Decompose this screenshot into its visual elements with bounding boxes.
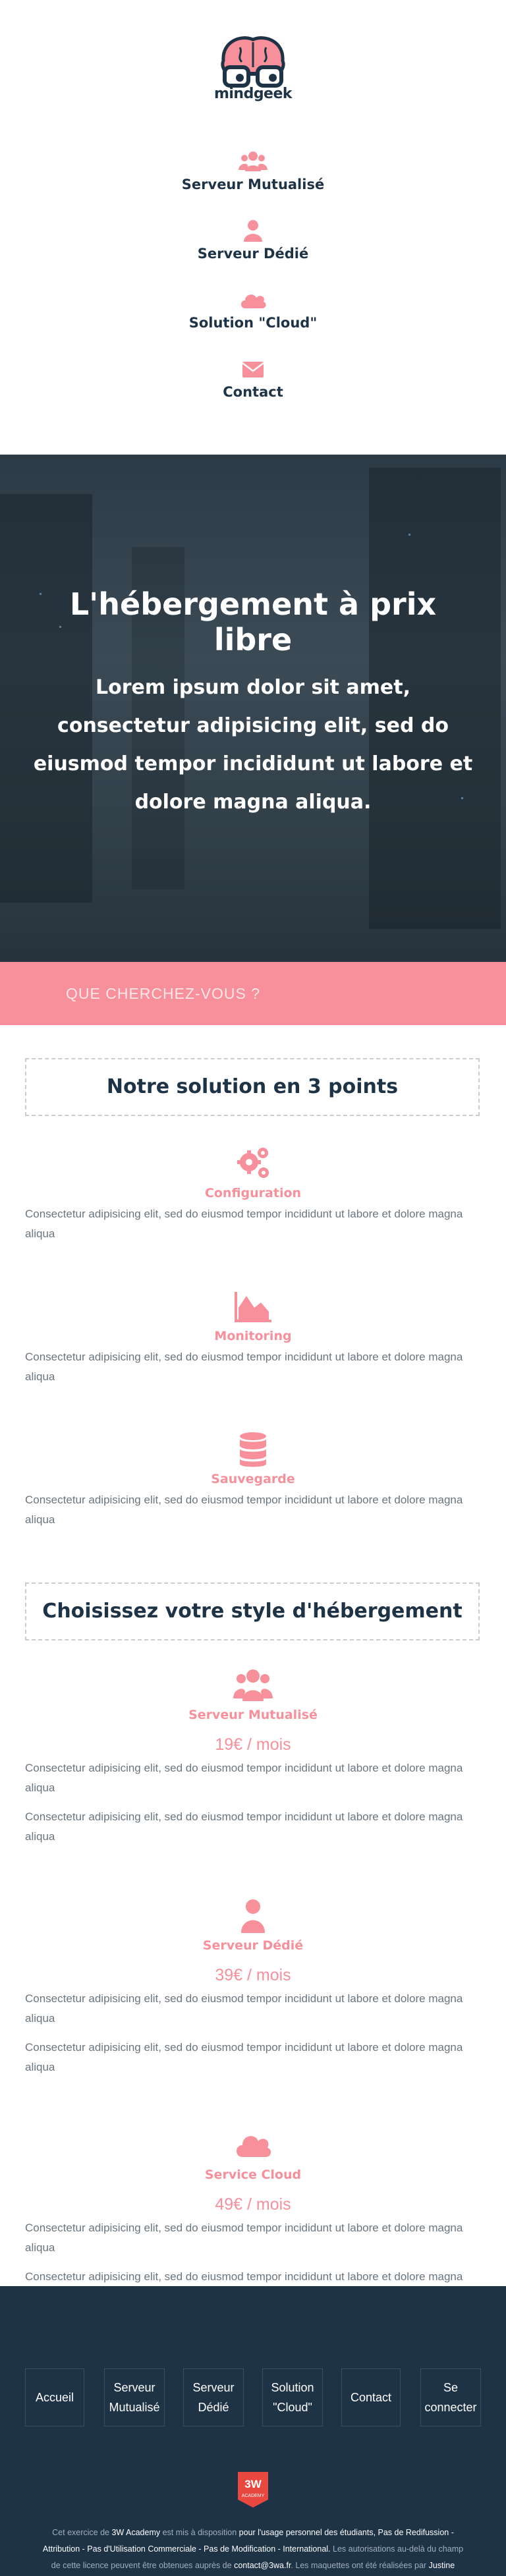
search-input[interactable] xyxy=(66,982,435,1005)
hero-subtitle: Lorem ipsum dolor sit amet, consectetur … xyxy=(33,676,473,814)
plan-price: 39€ / mois xyxy=(215,1966,291,1984)
feature-description: Consectetur adipisicing elit, sed do eiu… xyxy=(25,1208,463,1240)
legal-text: Cet exercice de xyxy=(52,2528,109,2537)
feature-sauvegarde: Sauvegarde Consectetur adipisicing elit,… xyxy=(25,1431,481,1530)
footer-button-solution-cloud[interactable]: Solution "Cloud" xyxy=(262,2368,323,2426)
3w-academy-logo-icon: 3W ACADEMY xyxy=(238,2472,268,2507)
hosting-section-title: Choisissez votre style d'hébergement xyxy=(25,1582,480,1640)
nav-item-label: Solution "Cloud" xyxy=(188,315,318,331)
footer-button-se-connecter[interactable]: Se connecter xyxy=(420,2368,481,2426)
plan-description: Consectetur adipisicing elit, sed do eiu… xyxy=(25,2222,463,2254)
feature-configuration: Configuration Consectetur adipisicing el… xyxy=(25,1145,481,1244)
feature-title: Configuration xyxy=(204,1186,302,1200)
nav-item-serveur-dedie[interactable]: Serveur Dédié xyxy=(0,219,506,262)
nav-item-solution-cloud[interactable]: Solution "Cloud" xyxy=(0,289,506,331)
plan-description: Consectetur adipisicing elit, sed do eiu… xyxy=(25,2041,463,2073)
header: mindgeek Serveur Mutualisé Serveur Dédié… xyxy=(0,0,506,455)
solution-section-title: Notre solution en 3 points xyxy=(25,1058,480,1116)
legal-text: est mis à disposition xyxy=(162,2528,237,2537)
plan-price: 49€ / mois xyxy=(215,2195,291,2214)
database-icon xyxy=(240,1432,266,1467)
cloud-icon xyxy=(237,2136,271,2157)
plan-title: Serveur Mutualisé xyxy=(188,1708,318,1722)
user-icon xyxy=(241,1899,265,1933)
footer-button-serveur-mutualise[interactable]: Serveur Mutualisé xyxy=(104,2368,165,2426)
user-icon xyxy=(244,220,262,242)
plan-description: Consectetur adipisicing elit, sed do eiu… xyxy=(25,1810,463,1843)
users-icon xyxy=(239,152,267,171)
nav-item-serveur-mutualise[interactable]: Serveur Mutualisé xyxy=(0,150,506,192)
gears-icon xyxy=(237,1148,269,1178)
svg-text:3W: 3W xyxy=(244,2478,262,2490)
search-bar xyxy=(0,962,506,1025)
plan-title: Serveur Dédié xyxy=(202,1938,304,1953)
plan-description: Consectetur adipisicing elit, sed do eiu… xyxy=(25,1992,463,2025)
legal-org-link[interactable]: 3W Academy xyxy=(111,2528,160,2537)
hero-title: L'hébergement à prix libre xyxy=(69,586,437,658)
footer-button-accueil[interactable]: Accueil xyxy=(25,2368,84,2426)
feature-description: Consectetur adipisicing elit, sed do eiu… xyxy=(25,1494,463,1526)
nav-item-label: Contact xyxy=(223,384,283,400)
area-chart-icon xyxy=(235,1292,271,1322)
feature-monitoring: Monitoring Consectetur adipisicing elit,… xyxy=(25,1288,481,1387)
plan-service-cloud: Service Cloud 49€ / mois Consectetur adi… xyxy=(25,2127,481,2307)
legal-notice: Cet exercice de 3W Academy est mis à dis… xyxy=(40,2525,466,2576)
feature-title: Sauvegarde xyxy=(211,1472,295,1486)
nav-item-contact[interactable]: Contact xyxy=(0,358,506,400)
plan-serveur-dedie: Serveur Dédié 39€ / mois Consectetur adi… xyxy=(25,1897,481,2077)
page: mindgeek Serveur Mutualisé Serveur Dédié… xyxy=(0,0,506,2576)
hero-banner: L'hébergement à prix libre Lorem ipsum d… xyxy=(0,455,506,962)
envelope-icon xyxy=(242,362,264,378)
footer-button-serveur-dedie[interactable]: Serveur Dédié xyxy=(183,2368,244,2426)
plan-price: 19€ / mois xyxy=(215,1735,291,1754)
nav-item-label: Serveur Dédié xyxy=(197,246,309,262)
legal-text: . Les maquettes ont été réalisées par xyxy=(291,2561,427,2570)
plan-title: Service Cloud xyxy=(204,2168,302,2182)
footer: Accueil Serveur Mutualisé Serveur Dédié … xyxy=(0,2286,506,2576)
svg-text:ACADEMY: ACADEMY xyxy=(242,2494,265,2498)
feature-description: Consectetur adipisicing elit, sed do eiu… xyxy=(25,1351,463,1383)
footer-button-contact[interactable]: Contact xyxy=(341,2368,401,2426)
cloud-icon xyxy=(241,294,266,308)
led-decor xyxy=(408,534,410,536)
nav-item-label: Serveur Mutualisé xyxy=(181,177,325,192)
legal-email-link[interactable]: contact@3wa.fr xyxy=(234,2561,291,2570)
plan-description: Consectetur adipisicing elit, sed do eiu… xyxy=(25,1762,463,1794)
feature-title: Monitoring xyxy=(214,1329,292,1343)
brand-name: mindgeek xyxy=(213,86,293,102)
users-icon xyxy=(233,1669,273,1701)
plan-serveur-mutualise: Serveur Mutualisé 19€ / mois Consectetur… xyxy=(25,1667,481,1847)
